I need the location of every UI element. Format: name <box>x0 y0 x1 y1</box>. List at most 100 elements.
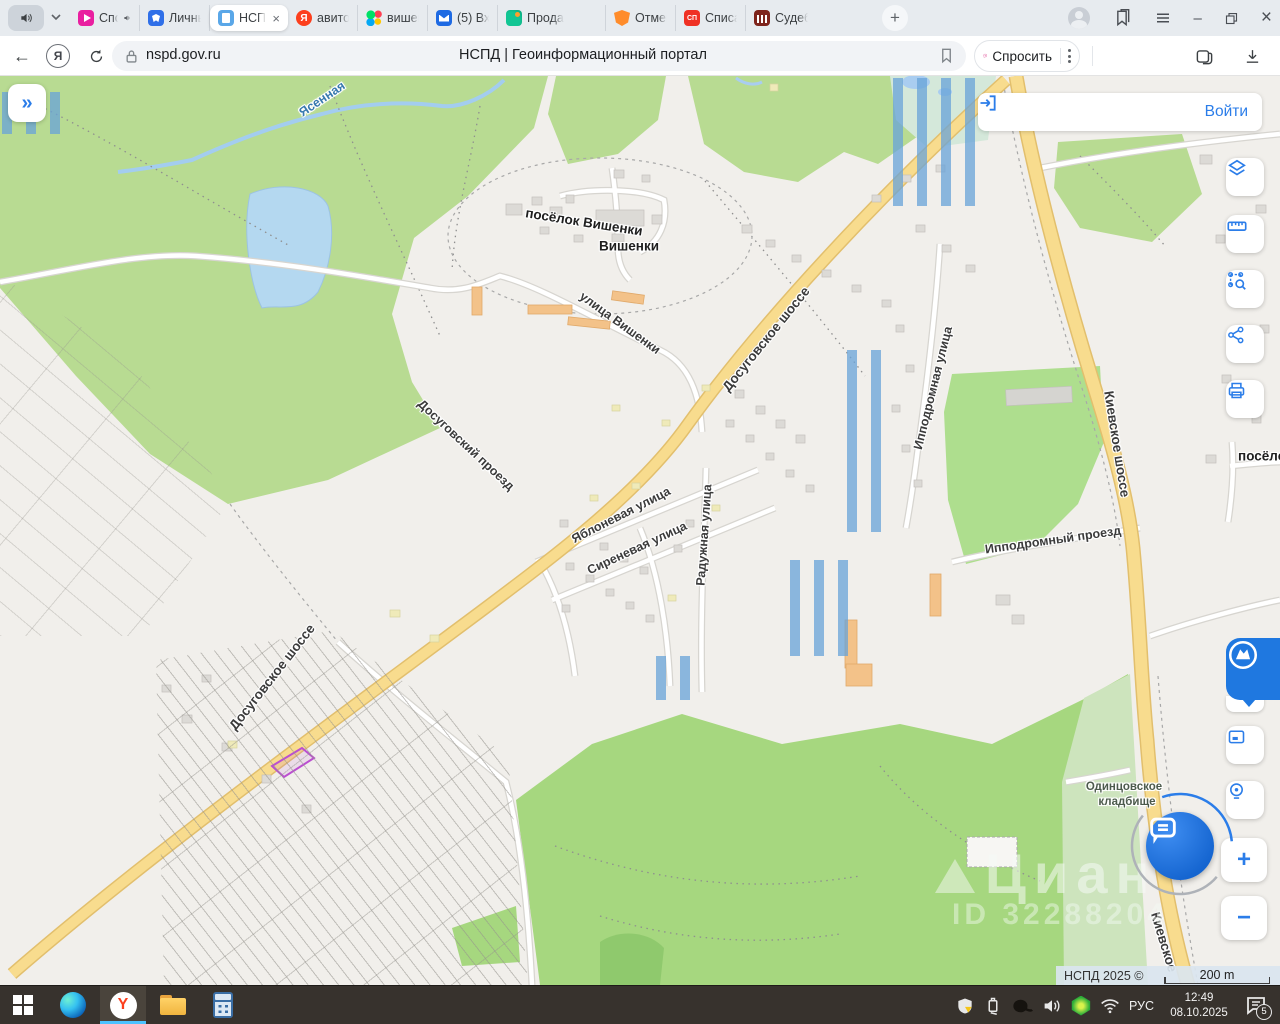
more-options-icon[interactable] <box>1060 48 1071 64</box>
clock[interactable]: 12:49 08.10.2025 <box>1163 991 1235 1021</box>
ruler-icon <box>1227 221 1247 231</box>
login-icon <box>980 95 996 111</box>
login-bar[interactable]: Войти <box>978 93 1262 131</box>
wifi-icon[interactable] <box>1100 998 1120 1014</box>
taskbar-edge[interactable] <box>50 986 96 1024</box>
expand-sidebar-button[interactable]: » <box>8 84 46 122</box>
print-button[interactable] <box>1226 380 1264 418</box>
refresh-button[interactable] <box>84 44 108 68</box>
minimap-button[interactable] <box>1226 726 1264 764</box>
tab-favicon <box>366 10 382 26</box>
chat-widget[interactable] <box>1112 778 1248 914</box>
close-button[interactable]: × <box>1261 7 1272 29</box>
attribution: НСПД 2025 © <box>1064 968 1144 983</box>
map-label: Радужная улица <box>693 483 715 587</box>
tab-favicon <box>506 10 522 26</box>
profile-avatar[interactable] <box>1067 7 1090 29</box>
tab-personal[interactable]: Личны <box>140 5 210 31</box>
menu-icon[interactable] <box>1154 9 1172 27</box>
map-label: Ипподромный проезд <box>984 523 1122 557</box>
printer-icon <box>1228 382 1245 399</box>
tab-sudebnye[interactable]: Судебн <box>746 5 816 31</box>
tab-avito[interactable]: Яавито <box>288 5 358 31</box>
map-label: Вишенки <box>598 238 660 254</box>
speaker-icon <box>21 13 32 23</box>
antivirus-icon[interactable] <box>1071 995 1091 1016</box>
marsh-pattern <box>893 78 989 206</box>
panels-icon <box>1196 49 1212 64</box>
map-label: Досуговское шоссе <box>719 283 813 395</box>
tab-favicon <box>614 10 630 26</box>
global-mute-button[interactable] <box>8 5 44 31</box>
layers-icon <box>1228 159 1246 176</box>
layers-button[interactable] <box>1226 158 1264 196</box>
device-icon[interactable] <box>1011 997 1033 1015</box>
tab-title: НСП <box>239 11 267 25</box>
ask-ai-button[interactable]: Спросить <box>974 40 1080 72</box>
tab-close-icon[interactable]: × <box>272 11 280 26</box>
basemap-bubble-icon <box>1228 640 1258 670</box>
back-button[interactable]: ← <box>10 44 34 68</box>
share-button[interactable] <box>1226 325 1264 363</box>
taskbar-explorer[interactable] <box>150 986 196 1024</box>
downloads-button[interactable] <box>1240 44 1264 68</box>
map-viewport[interactable]: Ясенная посёлок Вишенки Вишенки улица Ви… <box>0 76 1280 985</box>
tab-favicon <box>148 10 164 26</box>
tab-title: (5) Вхо <box>457 11 489 25</box>
tab-sport[interactable]: Спо <box>70 5 140 31</box>
tab-vishenki[interactable]: вишен <box>358 5 428 31</box>
notification-center[interactable]: 5 <box>1244 993 1272 1020</box>
tab-audio-icon <box>124 15 130 21</box>
chat-button[interactable] <box>1146 812 1214 880</box>
area-search-button[interactable] <box>1226 270 1264 308</box>
marsh-pattern <box>790 560 856 656</box>
minimap-icon <box>1228 730 1245 744</box>
share-icon <box>1228 326 1244 344</box>
map-label: посёлок Вишенки <box>524 205 644 239</box>
tab-title: Списан <box>705 11 737 25</box>
sidebar-panels-button[interactable] <box>1192 44 1216 68</box>
map-label: Ипподромная улица <box>910 325 956 451</box>
tab-nspd-active[interactable]: НСП × <box>210 5 288 31</box>
usb-device-icon[interactable] <box>984 996 1002 1016</box>
restore-button[interactable] <box>1224 11 1239 26</box>
divider <box>1092 46 1093 66</box>
bookmark-icon[interactable] <box>939 47 954 64</box>
lock-icon <box>126 50 137 63</box>
language-indicator[interactable]: РУС <box>1129 999 1154 1013</box>
url-text: nspd.gov.ru <box>146 47 221 63</box>
bookmarks-panel-icon[interactable] <box>1112 8 1132 28</box>
map-label: улица Вишенки <box>576 289 664 357</box>
login-label: Войти <box>1204 103 1248 120</box>
basemap-active-button[interactable] <box>1226 638 1280 707</box>
tab-favicon: СП <box>684 10 700 26</box>
start-button[interactable] <box>0 986 46 1024</box>
tab-otmena[interactable]: Отмен <box>606 5 676 31</box>
new-tab-button[interactable]: + <box>882 5 908 31</box>
tab-list-chevron[interactable] <box>48 9 66 27</box>
tab-mail[interactable]: (5) Вхо <box>428 5 498 31</box>
map-label: Досуговский проезд <box>414 396 518 494</box>
minimize-button[interactable]: – <box>1194 10 1202 27</box>
chat-bubble-icon <box>1150 817 1176 844</box>
tab-title: вишен <box>387 11 419 25</box>
url-field[interactable]: nspd.gov.ru НСПД | Геоинформационный пор… <box>112 41 966 71</box>
tab-prodazha[interactable]: Прода <box>498 5 606 31</box>
system-tray: РУС 12:49 08.10.2025 5 <box>955 986 1280 1024</box>
map-label: Киевское шоссе <box>1101 389 1133 499</box>
tab-favicon <box>218 10 234 26</box>
tab-spisanie[interactable]: СП Списан <box>676 5 746 31</box>
measure-button[interactable] <box>1226 215 1264 253</box>
security-shield-icon[interactable] <box>955 996 975 1016</box>
map-label: Ясенная <box>296 78 348 120</box>
tab-title: Спо <box>99 11 118 25</box>
yandex-services-button[interactable]: Я <box>46 44 70 68</box>
tab-favicon: Я <box>296 10 312 26</box>
taskbar: Y РУС 12:49 08.10.2025 5 <box>0 985 1280 1024</box>
download-icon <box>1246 49 1258 63</box>
volume-icon[interactable] <box>1042 997 1062 1015</box>
windows-icon <box>13 995 33 1015</box>
ask-label: Спросить <box>992 48 1052 64</box>
taskbar-calculator[interactable] <box>200 986 246 1024</box>
taskbar-yandex-browser[interactable]: Y <box>100 986 146 1024</box>
